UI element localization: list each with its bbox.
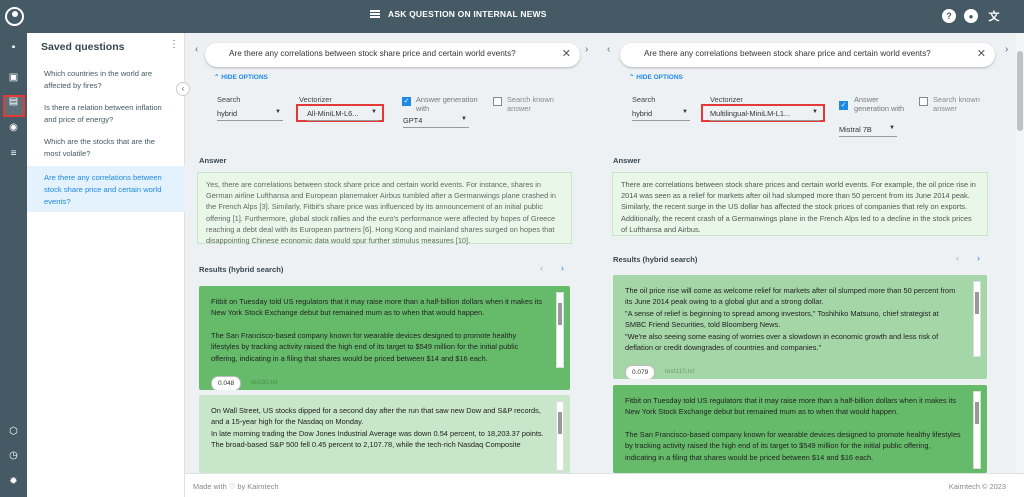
page-scrollbar[interactable] bbox=[1016, 33, 1024, 473]
collapse-panel-button[interactable]: ‹ bbox=[176, 82, 190, 96]
next-arrow-icon[interactable]: › bbox=[585, 44, 588, 55]
top-bar: ASK QUESTION ON INTERNAL NEWS ? ● 文 bbox=[0, 0, 1024, 33]
answer-generation-label: Answer generation with bbox=[416, 95, 478, 113]
answer-heading: Answer bbox=[199, 156, 227, 165]
result-card[interactable]: Fitbit on Tuesday told US regulators tha… bbox=[613, 385, 987, 473]
saved-questions-title: Saved questions bbox=[41, 41, 125, 53]
hide-options-button[interactable]: ⌃ HIDE OPTIONS bbox=[629, 73, 683, 81]
result-text: On Wall Street, US stocks dipped for a s… bbox=[211, 406, 544, 450]
card-scrollbar[interactable] bbox=[556, 401, 564, 471]
help-icon[interactable]: ? bbox=[942, 9, 956, 23]
dropdown-caret-icon: ▼ bbox=[275, 109, 281, 115]
settings-gear-icon[interactable]: ✹ bbox=[7, 475, 20, 488]
card-scrollbar[interactable] bbox=[973, 281, 981, 357]
questions-icon[interactable]: ▣ bbox=[7, 71, 20, 84]
results-prev-icon[interactable]: ‹ bbox=[540, 263, 543, 273]
result-card[interactable]: The oil price rise will come as welcome … bbox=[613, 275, 987, 379]
result-card[interactable]: Fitbit on Tuesday told US regulators tha… bbox=[199, 286, 570, 390]
search-known-answer-label: Search known answer bbox=[507, 95, 554, 113]
dropdown-caret-icon: ▼ bbox=[371, 109, 377, 115]
footer-credit: Made with ♡ by Kairntech bbox=[193, 482, 279, 491]
answer-box: There are correlations between stock sha… bbox=[612, 172, 988, 236]
footer: Made with ♡ by Kairntech Kairntech © 202… bbox=[185, 473, 1024, 497]
translate-icon[interactable]: 文 bbox=[987, 9, 1001, 23]
answer-heading: Answer bbox=[613, 156, 641, 165]
vectorizer-label: Vectorizer bbox=[710, 95, 743, 104]
card-scrollbar[interactable] bbox=[973, 391, 981, 469]
answer-box: Yes, there are correlations between stoc… bbox=[197, 172, 572, 245]
query-input-left[interactable]: Are there any correlations between stock… bbox=[205, 43, 580, 67]
score-badge: 0.048 bbox=[211, 376, 242, 390]
kairntech-logo-icon[interactable] bbox=[5, 7, 24, 26]
vectorizer-select[interactable]: All-MiniLM-L6... ▼ bbox=[307, 109, 379, 121]
answer-generation-checkbox[interactable]: ✓ bbox=[839, 101, 848, 110]
card-scrollbar[interactable] bbox=[556, 292, 564, 368]
more-options-icon[interactable]: ⋮ bbox=[169, 40, 179, 53]
answer-generation-label: Answer generation with bbox=[854, 95, 905, 113]
vectorizer-select[interactable]: Multilingual-MiniLM-L1... ▼ bbox=[710, 109, 820, 121]
search-known-answer-checkbox[interactable] bbox=[919, 97, 928, 106]
dropdown-caret-icon: ▼ bbox=[889, 125, 895, 131]
compass-icon[interactable]: ◉ bbox=[7, 121, 20, 134]
search-select[interactable]: hybrid ▼ bbox=[217, 109, 283, 121]
account-icon[interactable]: ● bbox=[964, 9, 978, 23]
history-icon[interactable]: ◷ bbox=[7, 449, 20, 462]
result-card[interactable]: On Wall Street, US stocks dipped for a s… bbox=[199, 395, 570, 473]
score-badge: 0.079 bbox=[625, 365, 656, 379]
llm-select[interactable]: GPT4 ▼ bbox=[403, 116, 469, 128]
saved-questions-panel: Saved questions ⋮ Which countries in the… bbox=[27, 33, 185, 497]
search-select[interactable]: hybrid ▼ bbox=[632, 109, 690, 121]
chat-icon[interactable]: ▪ bbox=[7, 41, 20, 54]
hide-options-button[interactable]: ⌃ HIDE OPTIONS bbox=[214, 73, 268, 81]
clear-icon[interactable]: ✕ bbox=[562, 47, 571, 60]
list-icon[interactable]: ≡ bbox=[7, 147, 20, 160]
dropdown-caret-icon: ▼ bbox=[461, 116, 467, 122]
result-text: The oil price rise will come as welcome … bbox=[625, 286, 956, 353]
results-next-icon[interactable]: › bbox=[977, 253, 980, 263]
source-file[interactable]: text30.txt bbox=[251, 377, 277, 388]
search-label: Search bbox=[632, 95, 656, 104]
vectorizer-label: Vectorizer bbox=[299, 95, 332, 104]
nav-rail: ▪ ▣ ▤ ◉ ≡ ⬡ ◷ ✹ bbox=[0, 33, 27, 497]
search-label: Search bbox=[217, 95, 241, 104]
next-arrow-icon[interactable]: › bbox=[1005, 44, 1008, 55]
page-title: ASK QUESTION ON INTERNAL NEWS bbox=[370, 9, 547, 19]
result-text: Fitbit on Tuesday told US regulators tha… bbox=[625, 396, 961, 462]
menu-icon[interactable] bbox=[370, 10, 380, 18]
clear-icon[interactable]: ✕ bbox=[977, 47, 986, 60]
search-known-answer-checkbox[interactable] bbox=[493, 97, 502, 106]
source-file[interactable]: text110.txt bbox=[665, 366, 695, 377]
cube-icon[interactable]: ⬡ bbox=[7, 425, 20, 438]
results-heading: Results (hybrid search) bbox=[199, 265, 284, 274]
results-prev-icon[interactable]: ‹ bbox=[956, 253, 959, 263]
query-input-right[interactable]: Are there any correlations between stock… bbox=[620, 43, 995, 67]
results-next-icon[interactable]: › bbox=[561, 263, 564, 273]
result-text: Fitbit on Tuesday told US regulators tha… bbox=[211, 297, 543, 363]
saved-question-item[interactable]: Which are the stocks that are the most v… bbox=[27, 136, 185, 162]
footer-copyright: Kairntech © 2023 bbox=[948, 482, 1006, 491]
prev-arrow-icon[interactable]: ‹ bbox=[195, 44, 198, 55]
dropdown-caret-icon: ▼ bbox=[682, 109, 688, 115]
prev-arrow-icon[interactable]: ‹ bbox=[607, 44, 610, 55]
search-known-answer-label: Search known answer bbox=[933, 95, 980, 113]
saved-question-item[interactable]: Is there a relation between inflation an… bbox=[27, 102, 185, 128]
saved-question-item-active[interactable]: Are there any correlations between stock… bbox=[27, 166, 185, 212]
results-heading: Results (hybrid search) bbox=[613, 255, 698, 264]
answer-generation-checkbox[interactable]: ✓ bbox=[402, 97, 411, 106]
saved-question-item[interactable]: Which countries in the world are affecte… bbox=[27, 68, 185, 94]
llm-select[interactable]: Mistral 7B ▼ bbox=[839, 125, 897, 137]
dropdown-caret-icon: ▼ bbox=[812, 109, 818, 115]
document-icon[interactable]: ▤ bbox=[7, 95, 20, 108]
